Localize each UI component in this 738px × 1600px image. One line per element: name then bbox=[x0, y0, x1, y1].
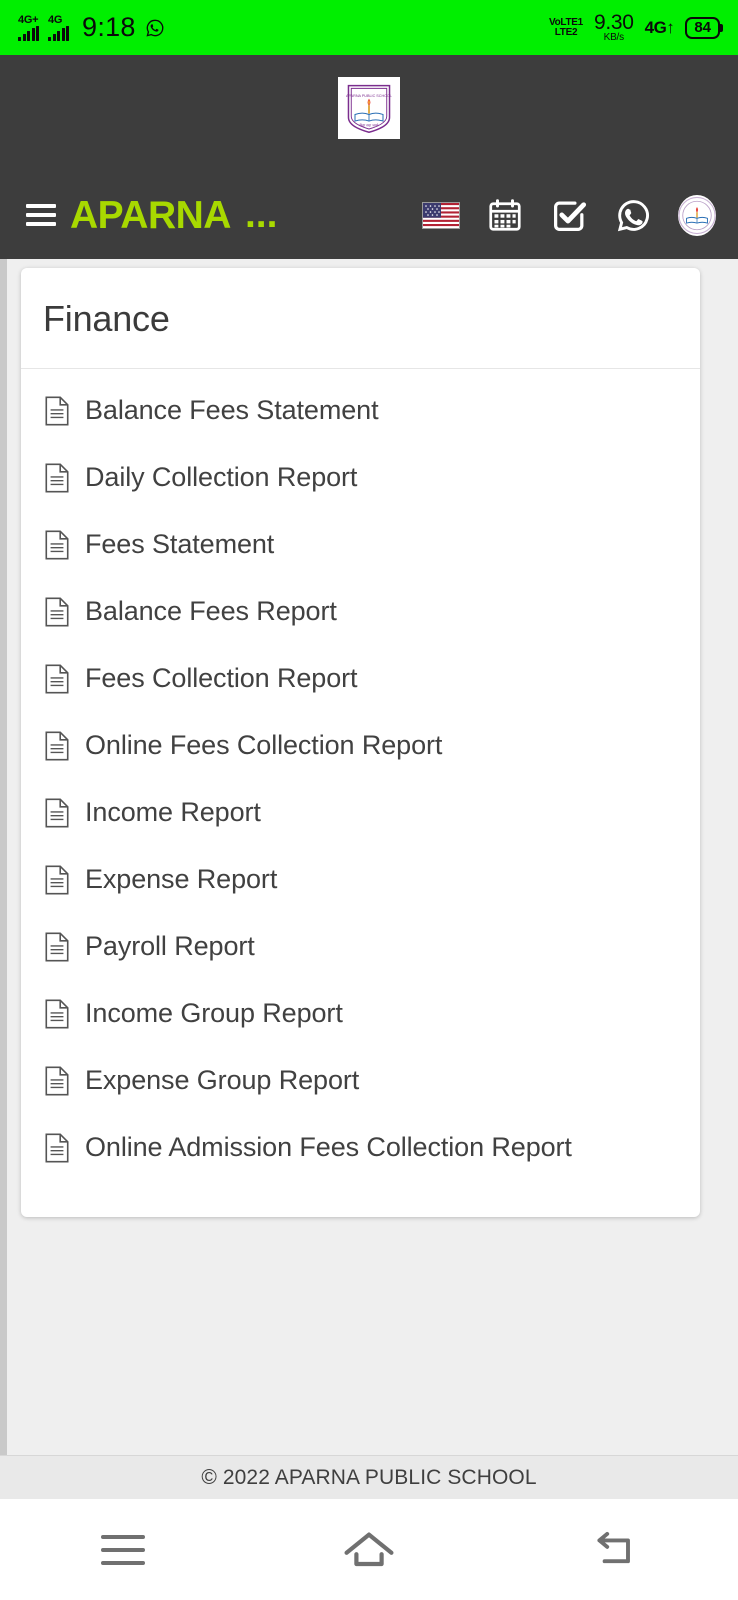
list-item-label: Online Admission Fees Collection Report bbox=[85, 1132, 572, 1162]
signal-strength-2-icon: 4G bbox=[48, 13, 69, 41]
network-type-right-label: 4G↑ bbox=[644, 17, 675, 37]
document-icon bbox=[44, 730, 70, 761]
document-icon bbox=[44, 797, 70, 828]
status-bar-right: VoLTE1 LTE2 9.30 KB/s 4G↑ 84 bbox=[549, 12, 720, 43]
list-item[interactable]: Online Admission Fees Collection Report bbox=[21, 1114, 700, 1181]
page-scrollbar[interactable] bbox=[0, 259, 7, 1455]
list-item[interactable]: Income Group Report bbox=[21, 980, 700, 1047]
list-item-label: Income Report bbox=[85, 797, 261, 827]
back-icon[interactable] bbox=[570, 1520, 660, 1580]
copyright-text: © 2022 APARNA PUBLIC SCHOOL bbox=[201, 1465, 537, 1489]
battery-indicator: 84 bbox=[685, 16, 720, 39]
brand-area: APARNA ... bbox=[26, 193, 278, 236]
list-item-label: Expense Report bbox=[85, 864, 278, 894]
whatsapp-icon[interactable] bbox=[614, 196, 652, 234]
list-item[interactable]: Daily Collection Report bbox=[21, 444, 700, 511]
list-item[interactable]: Online Fees Collection Report bbox=[21, 712, 700, 779]
page-body: Finance Balance Fees Statement Daily Col… bbox=[0, 259, 738, 1455]
phone-screen: 4G+ 4G 9:18 VoLTE1 LTE2 9.30 KB/s 4G↑ 84 bbox=[0, 0, 738, 1600]
list-item-label: Daily Collection Report bbox=[85, 462, 358, 492]
list-item-label: Expense Group Report bbox=[85, 1065, 360, 1095]
svg-text:विद्या सदा जयते: विद्या सदा जयते bbox=[360, 123, 379, 128]
volte-indicator-icon: VoLTE1 LTE2 bbox=[548, 16, 583, 38]
status-bar-left: 4G+ 4G 9:18 bbox=[18, 12, 165, 43]
app-nav-row: APARNA ... bbox=[0, 171, 738, 259]
app-header: APARNA PUBLIC SCHOOL विद्या सदा जयते APA… bbox=[0, 55, 738, 259]
list-item[interactable]: Fees Statement bbox=[21, 511, 700, 578]
status-bar: 4G+ 4G 9:18 VoLTE1 LTE2 9.30 KB/s 4G↑ 84 bbox=[0, 0, 738, 55]
document-icon bbox=[44, 663, 70, 694]
document-icon bbox=[44, 864, 70, 895]
document-icon bbox=[44, 1132, 70, 1163]
network-speed-indicator: 9.30 KB/s bbox=[593, 11, 634, 43]
brand-title[interactable]: APARNA bbox=[70, 196, 231, 235]
list-item-label: Balance Fees Report bbox=[85, 596, 337, 626]
school-logo: APARNA PUBLIC SCHOOL विद्या सदा जयते bbox=[338, 77, 400, 139]
list-item-label: Balance Fees Statement bbox=[85, 395, 379, 425]
list-item-label: Payroll Report bbox=[85, 931, 255, 961]
document-icon bbox=[44, 529, 70, 560]
list-item[interactable]: Expense Report bbox=[21, 846, 700, 913]
recents-icon[interactable] bbox=[78, 1520, 168, 1580]
svg-text:APARNA PUBLIC SCHOOL: APARNA PUBLIC SCHOOL bbox=[346, 94, 392, 98]
page-title: Finance bbox=[43, 298, 170, 339]
document-icon bbox=[44, 596, 70, 627]
status-bar-clock: 9:18 bbox=[82, 12, 136, 42]
home-icon[interactable] bbox=[324, 1520, 414, 1580]
finance-report-list: Balance Fees Statement Daily Collection … bbox=[21, 369, 700, 1217]
profile-avatar-icon[interactable] bbox=[678, 194, 716, 236]
task-checkbox-icon[interactable] bbox=[550, 196, 588, 234]
document-icon bbox=[44, 395, 70, 426]
document-icon bbox=[44, 1065, 70, 1096]
network-type-2-label: 4G bbox=[48, 13, 63, 26]
network-type-1-label: 4G+ bbox=[18, 13, 39, 26]
list-item-label: Fees Statement bbox=[85, 529, 275, 559]
document-icon bbox=[44, 998, 70, 1029]
list-item-label: Fees Collection Report bbox=[85, 663, 358, 693]
brand-ellipsis: ... bbox=[244, 193, 278, 236]
language-flag-icon[interactable] bbox=[422, 196, 460, 234]
list-item[interactable]: Fees Collection Report bbox=[21, 645, 700, 712]
header-icon-group bbox=[422, 194, 716, 236]
list-item[interactable]: Balance Fees Statement bbox=[21, 377, 700, 444]
android-navigation-bar bbox=[0, 1499, 738, 1600]
list-item[interactable]: Payroll Report bbox=[21, 913, 700, 980]
list-item[interactable]: Expense Group Report bbox=[21, 1047, 700, 1114]
page-footer: © 2022 APARNA PUBLIC SCHOOL bbox=[0, 1455, 738, 1499]
finance-card: Finance Balance Fees Statement Daily Col… bbox=[21, 268, 700, 1217]
document-icon bbox=[44, 462, 70, 493]
calendar-icon[interactable] bbox=[486, 196, 524, 234]
list-item-label: Income Group Report bbox=[85, 998, 343, 1028]
signal-strength-1-icon: 4G+ bbox=[18, 13, 39, 41]
document-icon bbox=[44, 931, 70, 962]
list-item-label: Online Fees Collection Report bbox=[85, 730, 443, 760]
hamburger-menu-icon[interactable] bbox=[26, 204, 56, 226]
card-header: Finance bbox=[21, 268, 700, 369]
list-item[interactable]: Income Report bbox=[21, 779, 700, 846]
list-item[interactable]: Balance Fees Report bbox=[21, 578, 700, 645]
whatsapp-notification-icon bbox=[145, 18, 165, 38]
